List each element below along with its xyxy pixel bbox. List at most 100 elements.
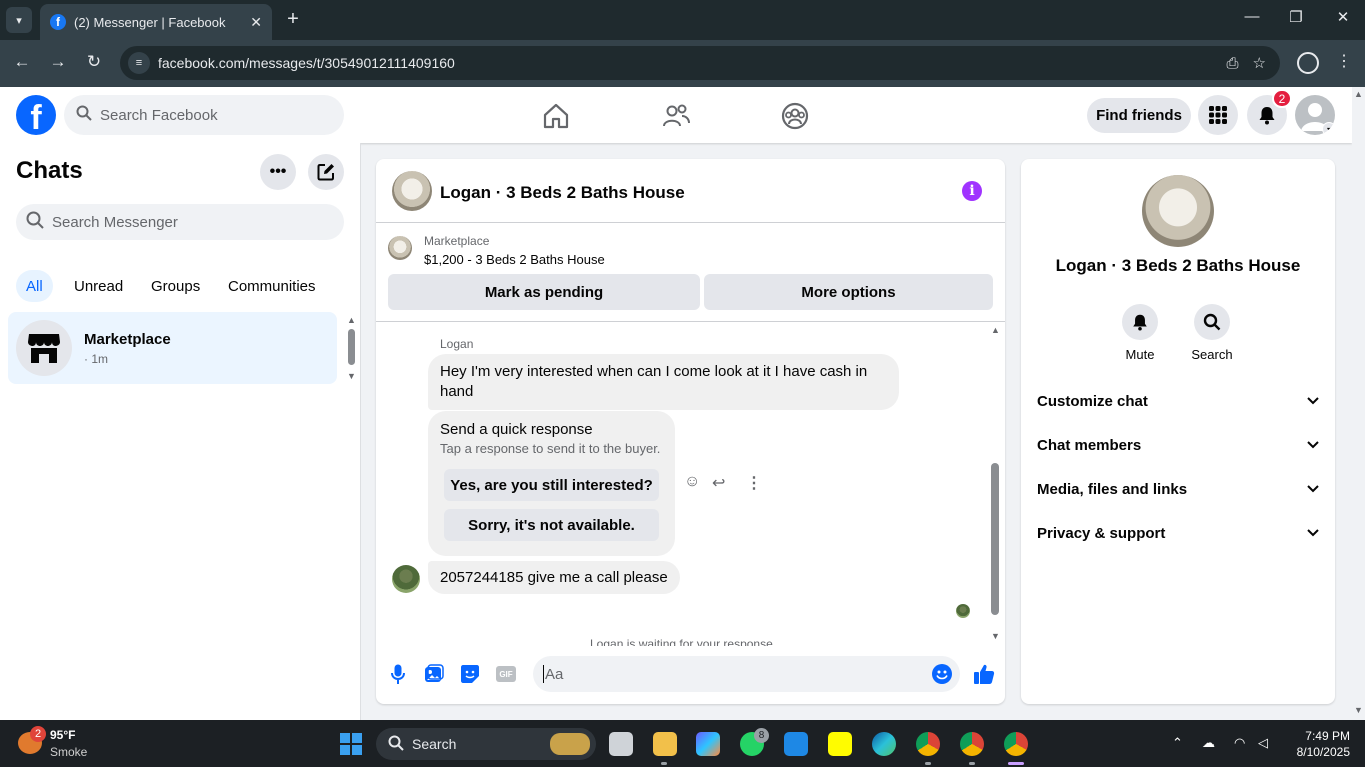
microphone-icon[interactable] xyxy=(388,664,408,684)
chat-members-row[interactable]: Chat members xyxy=(1037,430,1319,460)
quick-response-option[interactable]: Sorry, it's not available. xyxy=(444,509,659,541)
filter-all[interactable]: All xyxy=(16,270,53,302)
search-conversation-button[interactable]: Search xyxy=(1182,304,1242,362)
messenger-search-input[interactable]: Search Messenger xyxy=(16,204,344,240)
quick-response-option[interactable]: Yes, are you still interested? xyxy=(444,469,659,501)
message-bubble[interactable]: 2057244185 give me a call please xyxy=(428,561,680,594)
new-message-icon[interactable] xyxy=(308,154,344,190)
listing-price[interactable]: $1,200 - 3 Beds 2 Baths House xyxy=(424,252,605,267)
weather-description[interactable]: Smoke xyxy=(50,745,87,759)
chat-name: Marketplace xyxy=(84,330,171,348)
install-app-icon[interactable]: ⎙ xyxy=(1227,55,1239,72)
filter-groups[interactable]: Groups xyxy=(141,270,210,302)
chrome-profile-3-icon[interactable] xyxy=(1004,732,1028,756)
microsoft-365-icon[interactable] xyxy=(696,732,720,756)
gif-label: GIF xyxy=(496,666,516,682)
scroll-up-icon[interactable]: ▲ xyxy=(1354,89,1363,99)
address-bar[interactable]: ≡ facebook.com/messages/t/30549012111409… xyxy=(120,46,1280,80)
conversation-scrollbar[interactable]: ▲ ▼ xyxy=(989,325,1001,641)
gif-icon[interactable]: GIF xyxy=(496,664,516,684)
minimize-icon[interactable]: — xyxy=(1240,8,1264,25)
onedrive-cloud-icon[interactable]: ☁ xyxy=(1202,735,1215,751)
photo-icon[interactable] xyxy=(424,664,444,684)
system-clock[interactable]: 7:49 PM 8/10/2025 xyxy=(1280,728,1350,760)
friends-icon[interactable] xyxy=(661,101,691,131)
scroll-down-icon[interactable]: ▼ xyxy=(991,631,1000,641)
forward-icon[interactable]: → xyxy=(46,52,70,72)
message-input[interactable]: Aa xyxy=(533,656,960,692)
task-view-icon[interactable] xyxy=(609,732,633,756)
waiting-status: Logan is waiting for your response xyxy=(590,637,773,646)
weather-temperature[interactable]: 95°F xyxy=(50,728,75,742)
customize-chat-row[interactable]: Customize chat xyxy=(1037,386,1319,416)
taskbar-search[interactable]: Search xyxy=(376,728,596,760)
message-bubble[interactable]: Hey I'm very interested when can I come … xyxy=(428,354,899,410)
chat-list-scrollbar[interactable]: ▲ ▼ xyxy=(346,315,356,385)
mute-button[interactable]: Mute xyxy=(1110,304,1170,362)
divider xyxy=(376,321,1005,322)
menu-grid-icon[interactable] xyxy=(1198,95,1238,135)
file-explorer-icon[interactable] xyxy=(653,732,677,756)
close-tab-icon[interactable]: ✕ xyxy=(250,14,262,31)
scroll-down-icon[interactable]: ▼ xyxy=(1354,705,1363,715)
close-window-icon[interactable]: ✕ xyxy=(1331,8,1355,26)
reply-icon[interactable]: ↩ xyxy=(712,473,725,493)
scrollbar-thumb[interactable] xyxy=(991,463,999,615)
back-icon[interactable]: ← xyxy=(10,52,34,72)
chrome-profile-1-icon[interactable] xyxy=(916,732,940,756)
facebook-logo-icon[interactable]: f xyxy=(16,95,56,135)
mark-as-pending-button[interactable]: Mark as pending xyxy=(388,274,700,310)
chat-list-item-marketplace[interactable]: Marketplace · 1m xyxy=(8,312,337,384)
filter-unread[interactable]: Unread xyxy=(64,270,133,302)
conversation-header: Logan · 3 Beds 2 Baths House i xyxy=(376,159,1005,223)
quick-response-title: Send a quick response xyxy=(440,421,593,438)
sticker-icon[interactable] xyxy=(460,664,480,684)
browser-menu-icon[interactable]: ⋮ xyxy=(1336,51,1352,71)
scroll-down-icon[interactable]: ▼ xyxy=(347,371,356,381)
more-actions-icon[interactable]: ⋮ xyxy=(746,473,762,493)
search-icon xyxy=(26,211,44,233)
scroll-up-icon[interactable]: ▲ xyxy=(347,315,356,325)
listing-avatar[interactable] xyxy=(392,171,432,211)
conversation-info-icon[interactable]: i xyxy=(962,181,982,201)
site-info-icon[interactable]: ≡ xyxy=(128,52,150,74)
thumbs-up-icon[interactable] xyxy=(972,662,996,686)
tab-search-icon[interactable]: ▾ xyxy=(6,7,32,33)
more-options-icon[interactable]: ••• xyxy=(260,154,296,190)
facebook-search-input[interactable]: Search Facebook xyxy=(64,95,344,135)
wifi-icon[interactable]: ◠ xyxy=(1234,735,1245,751)
chat-members-label: Chat members xyxy=(1037,436,1142,454)
account-avatar[interactable]: ▾ xyxy=(1295,95,1335,135)
find-friends-button[interactable]: Find friends xyxy=(1087,98,1191,133)
volume-icon[interactable]: ◁ xyxy=(1258,735,1268,751)
react-emoji-icon[interactable]: ☺ xyxy=(684,473,700,491)
groups-icon[interactable] xyxy=(780,101,810,131)
scrollbar-thumb[interactable] xyxy=(348,329,355,365)
media-files-links-row[interactable]: Media, files and links xyxy=(1037,474,1319,504)
browser-profile-icon[interactable] xyxy=(1297,52,1319,74)
page-scrollbar[interactable]: ▲ ▼ xyxy=(1352,87,1365,720)
snapchat-icon[interactable] xyxy=(828,732,852,756)
listing-profile-image[interactable] xyxy=(1142,175,1214,247)
browser-tab[interactable]: f (2) Messenger | Facebook ✕ xyxy=(40,4,272,40)
new-tab-icon[interactable]: + xyxy=(282,8,304,30)
more-options-button[interactable]: More options xyxy=(704,274,993,310)
facebook-search-placeholder: Search Facebook xyxy=(100,106,218,124)
edge-icon[interactable] xyxy=(872,732,896,756)
windows-start-icon[interactable] xyxy=(340,733,362,755)
filter-communities[interactable]: Communities xyxy=(218,270,326,302)
restore-icon[interactable]: ❐ xyxy=(1284,8,1308,26)
conversation-title[interactable]: Logan · 3 Beds 2 Baths House xyxy=(440,183,685,203)
chat-time: · 1m xyxy=(84,351,108,366)
bookmark-star-icon[interactable]: ☆ xyxy=(1253,54,1266,72)
vscode-icon[interactable] xyxy=(784,732,808,756)
privacy-support-row[interactable]: Privacy & support xyxy=(1037,518,1319,548)
scroll-up-icon[interactable]: ▲ xyxy=(991,325,1000,335)
whatsapp-badge: 8 xyxy=(754,728,769,743)
reload-icon[interactable]: ↻ xyxy=(82,52,106,72)
home-icon[interactable] xyxy=(541,101,571,131)
sender-avatar[interactable] xyxy=(392,565,420,593)
show-hidden-icons-icon[interactable]: ⌃ xyxy=(1172,735,1183,751)
chrome-profile-2-icon[interactable] xyxy=(960,732,984,756)
emoji-icon[interactable] xyxy=(932,664,952,684)
